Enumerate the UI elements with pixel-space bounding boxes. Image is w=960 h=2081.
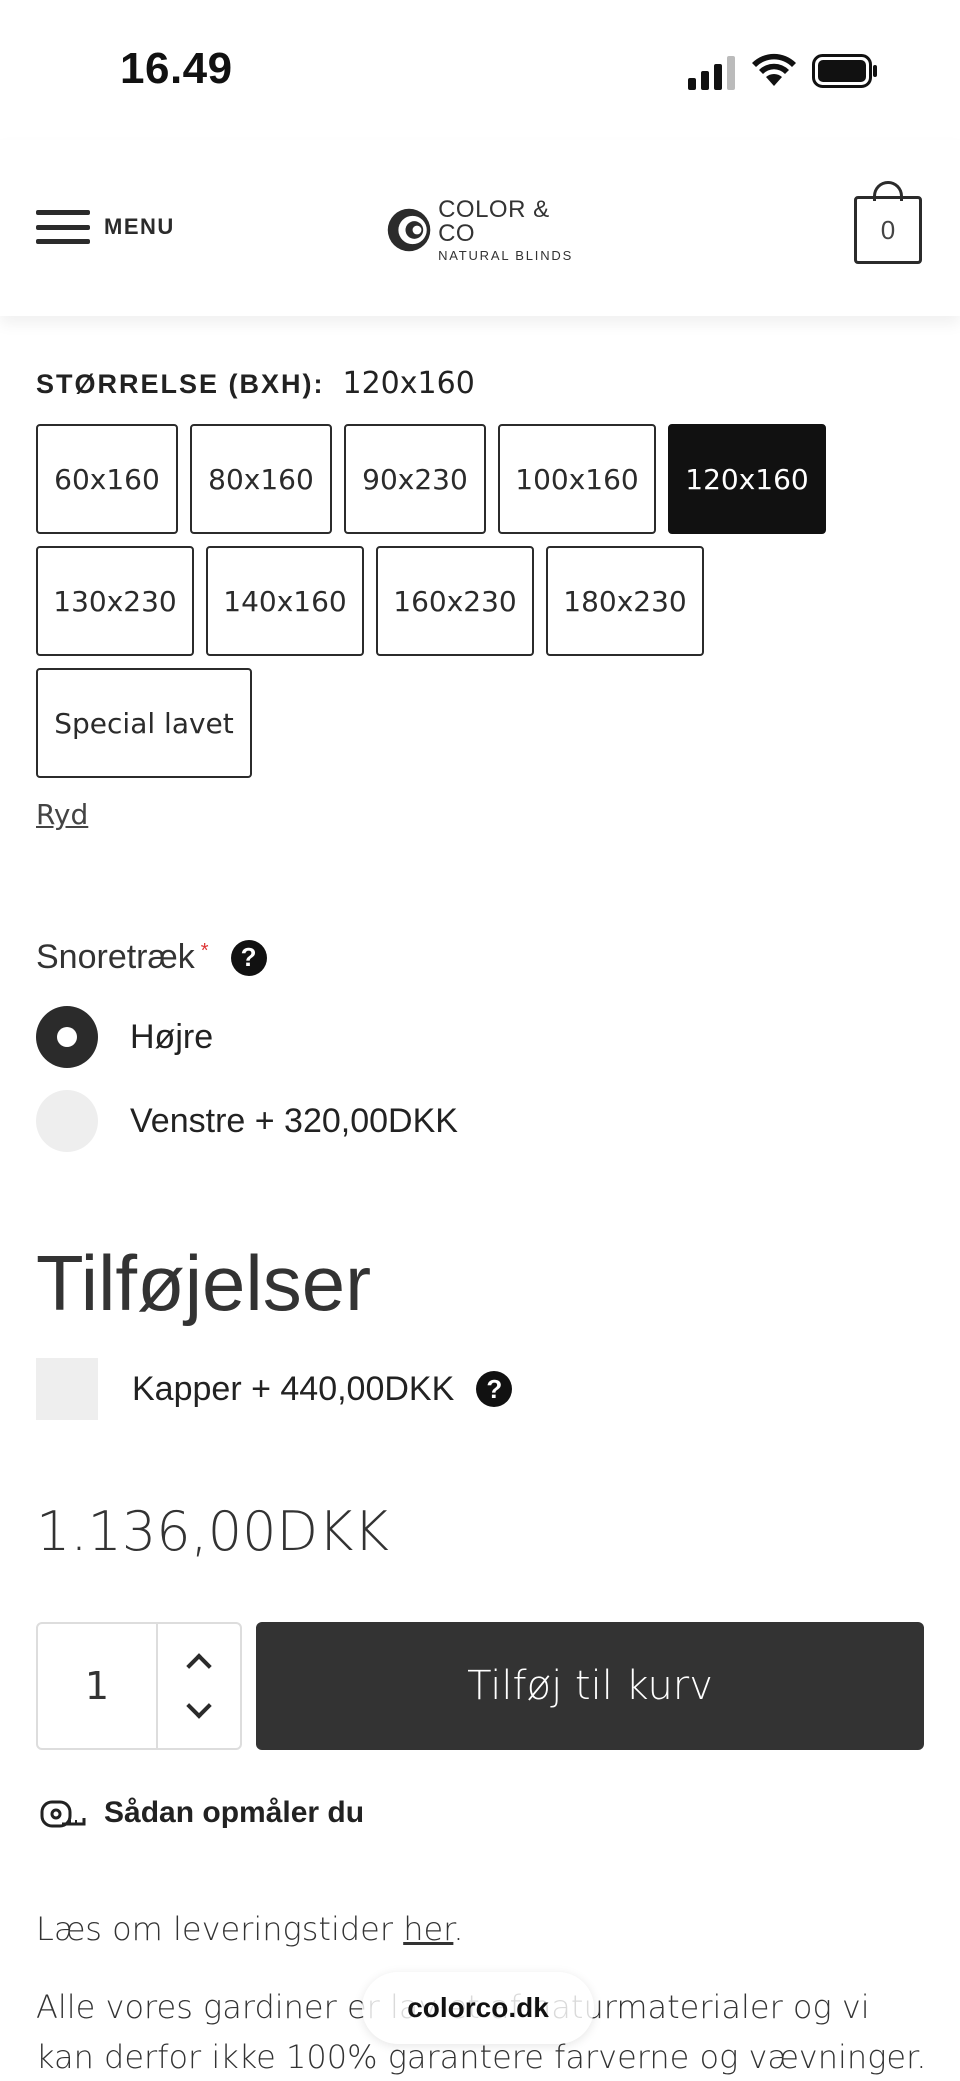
logo-text-secondary: NATURAL BLINDS [438,248,574,263]
site-logo[interactable]: COLOR & CO NATURAL BLINDS [386,196,576,263]
size-label-row: STØRRELSE (BXH): 120x160 [36,366,475,401]
wifi-icon [752,53,796,86]
size-option[interactable]: Special lavet [36,668,252,778]
addon-option[interactable]: Kapper + 440,00DKK ? [36,1358,513,1420]
tape-measure-icon [40,1800,86,1828]
status-time: 16.49 [120,44,233,93]
measure-guide-label: Sådan opmåler du [104,1796,365,1829]
size-option-selected[interactable]: 120x160 [668,424,826,534]
battery-icon [812,54,877,88]
radio-label: Venstre + 320,00DKK [130,1101,458,1140]
quantity-input[interactable]: 1 [38,1624,158,1748]
delivery-info: Læs om leveringstider her. [36,1910,464,1948]
quantity-stepper: 1 [36,1622,242,1750]
status-bar: 16.49 [0,0,960,140]
addons-title: Tilføjelser [36,1239,372,1327]
logo-mark-icon [387,208,431,252]
radio-label: Højre [130,1017,214,1056]
logo-text-primary: COLOR & CO [438,196,550,247]
checkbox[interactable] [36,1358,98,1420]
hamburger-icon [36,210,90,244]
size-option[interactable]: 60x160 [36,424,178,534]
site-header: MENU COLOR & CO NATURAL BLINDS 0 [0,140,960,316]
delivery-suffix: . [453,1910,464,1948]
clear-selection-link[interactable]: Ryd [36,798,88,831]
radio-button-checked[interactable] [36,1006,98,1068]
addon-label: Kapper + 440,00DKK [132,1369,455,1408]
size-option[interactable]: 80x160 [190,424,332,534]
size-label: STØRRELSE (BXH): [36,369,325,399]
menu-button[interactable]: MENU [36,206,175,248]
cord-side-title: Snoretræk [36,938,195,976]
shopping-bag-icon [873,181,903,201]
add-to-cart-button[interactable]: Tilføj til kurv [256,1622,924,1750]
cart-count: 0 [880,214,896,245]
chevron-down-icon[interactable] [186,1693,212,1719]
cord-side-label: Snoretræk * ? [36,938,267,977]
browser-url-bar[interactable]: colorco.dk [362,1972,594,2044]
help-icon[interactable]: ? [230,939,267,976]
required-mark: * [200,940,209,962]
chevron-up-icon[interactable] [186,1653,212,1679]
delivery-link[interactable]: her [403,1910,453,1948]
size-option[interactable]: 90x230 [344,424,486,534]
size-option[interactable]: 100x160 [498,424,656,534]
help-icon[interactable]: ? [476,1371,513,1407]
cellular-signal-icon [688,56,735,90]
delivery-text: Læs om leveringstider [36,1910,404,1948]
size-option[interactable]: 130x230 [36,546,194,656]
size-option[interactable]: 140x160 [206,546,364,656]
size-option[interactable]: 180x230 [546,546,704,656]
radio-option-right[interactable]: Højre [36,1006,213,1068]
product-price: 1.136,00DKK [36,1500,389,1563]
size-option[interactable]: 160x230 [376,546,534,656]
size-selected-value: 120x160 [342,366,475,401]
menu-label: MENU [104,214,175,239]
measure-guide-link[interactable]: Sådan opmåler du [40,1796,364,1830]
radio-option-left[interactable]: Venstre + 320,00DKK [36,1090,458,1152]
cart-button[interactable]: 0 [854,181,922,264]
radio-button[interactable] [36,1090,98,1152]
